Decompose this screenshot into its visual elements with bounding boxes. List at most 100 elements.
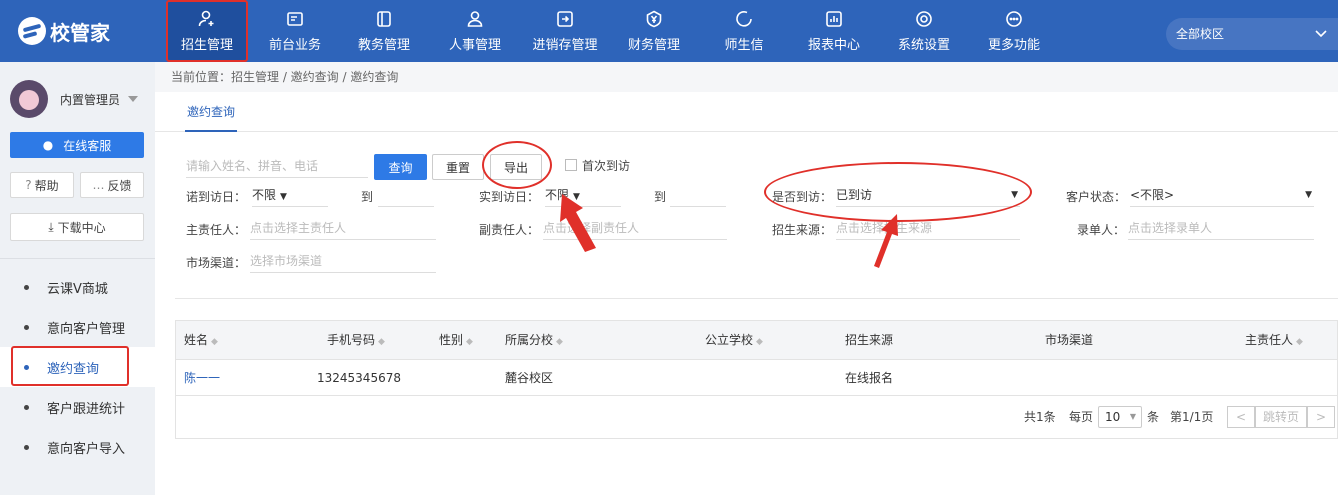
next-page-button[interactable]: > [1307, 406, 1335, 428]
owner-picker[interactable]: 点击选择主责任人 [250, 218, 436, 240]
deputy-picker[interactable]: 点击选择副责任人 [543, 218, 727, 240]
nav-more[interactable]: 更多功能 [978, 0, 1050, 62]
download-icon: ⤓ [48, 219, 54, 234]
nav-inventory[interactable]: 进销存管理 [524, 0, 606, 62]
column-header-label: 姓名 [184, 333, 209, 347]
source-picker[interactable]: 点击选择招生来源 [836, 218, 1020, 240]
search-input[interactable]: 请输入姓名、拼音、电话 [186, 156, 368, 178]
nav-finance[interactable]: 财务管理 [618, 0, 690, 62]
online-service-label: 在线客服 [63, 138, 112, 153]
owner-label: 主责任人： [186, 223, 247, 237]
nav-messaging[interactable]: 师生信 [714, 0, 774, 62]
column-header-label: 手机号码 [327, 333, 376, 347]
caret-down-icon: ▼ [1129, 412, 1136, 421]
source-label: 招生来源： [772, 223, 833, 237]
more-icon [1005, 10, 1023, 28]
sidebar-item-prospect-import[interactable]: 意向客户导入 [0, 427, 155, 467]
feedback-label: 反馈 [107, 178, 132, 193]
download-center-button[interactable]: ⤓ 下载中心 [10, 213, 144, 241]
column-header[interactable]: 性别 ◆ [439, 321, 473, 362]
table-header: 姓名 ◆ 手机号码 ◆ 性别 ◆ 所属分校 ◆ 公立学校 ◆ 招生来源 市场渠道 主责任人… [176, 321, 1337, 360]
campus-select-value: 全部校区 [1176, 27, 1225, 41]
customer-status-select[interactable]: <不限> ▼ [1130, 185, 1314, 207]
sidebar-item-followup-stats[interactable]: 客户跟进统计 [0, 387, 155, 427]
column-header-label: 性别 [439, 333, 464, 347]
sort-icon: ◆ [211, 337, 218, 347]
prev-page-button[interactable]: < [1227, 406, 1255, 428]
campus-select[interactable]: 全部校区 [1166, 18, 1338, 50]
actual-date-to[interactable] [670, 185, 726, 207]
bullet-icon [24, 284, 29, 290]
nav-reports[interactable]: 报表中心 [798, 0, 870, 62]
column-header-label: 所属分校 [505, 333, 554, 347]
query-button[interactable]: 查询 [374, 154, 427, 180]
deputy-label: 副责任人： [479, 223, 540, 237]
brand-name: 校管家 [50, 20, 110, 45]
column-header[interactable]: 姓名 ◆ [184, 321, 218, 362]
nav-label: 更多功能 [987, 37, 1040, 53]
inventory-icon [556, 10, 574, 28]
student-name-link[interactable]: 陈一一 [184, 360, 220, 396]
divider [175, 298, 1338, 299]
column-header[interactable]: 主责任人 ◆ [1245, 321, 1303, 362]
breadcrumb: 当前位置：招生管理 / 邀约查询 / 邀约查询 [155, 62, 1338, 92]
jump-page-input[interactable]: 跳转页 [1255, 406, 1307, 428]
sort-icon: ◆ [378, 337, 385, 347]
phone-cell: 13245345678 [317, 371, 401, 385]
per-page-unit: 条 [1147, 410, 1160, 424]
feedback-button[interactable]: … 反馈 [80, 172, 144, 198]
user-profile[interactable]: 内置管理员 [10, 80, 139, 118]
sidebar-item-prospects[interactable]: 意向客户管理 [0, 307, 155, 347]
sidebar-item-vmall[interactable]: 云课V商城 [0, 267, 155, 307]
promise-date-to[interactable] [378, 185, 434, 207]
column-header[interactable]: 公立学校 ◆ [705, 321, 763, 362]
per-page-value: 10 [1105, 410, 1121, 424]
promise-date-label: 诺到访日： [186, 190, 247, 204]
customer-status-label: 客户状态： [1066, 190, 1127, 204]
nav-enrollment[interactable]: 招生管理 [166, 0, 248, 62]
download-label: 下载中心 [57, 220, 106, 235]
nav-academic[interactable]: 教务管理 [346, 0, 422, 62]
user-add-icon [198, 10, 216, 28]
person-icon [466, 10, 484, 28]
sidebar-item-label: 云课V商城 [47, 281, 108, 297]
nav-settings[interactable]: 系统设置 [888, 0, 960, 62]
actual-date-label: 实到访日： [479, 190, 540, 204]
feedback-icon: … [92, 178, 105, 192]
nav-label: 招生管理 [180, 37, 233, 53]
actual-date-from[interactable]: 不限 ▼ [545, 185, 621, 207]
sidebar-item-label: 意向客户管理 [47, 321, 126, 337]
reset-button[interactable]: 重置 [432, 154, 484, 180]
brand-logo[interactable]: 校管家 [18, 17, 110, 45]
column-header[interactable]: 招生来源 [845, 321, 893, 360]
online-service-button[interactable]: ● 在线客服 [10, 132, 144, 158]
channel-picker[interactable]: 选择市场渠道 [250, 251, 436, 273]
tab-invitation-query[interactable]: 邀约查询 [185, 92, 238, 132]
sort-icon: ◆ [556, 337, 563, 347]
table-row: 陈一一 13245345678 麓谷校区 在线报名 [176, 360, 1337, 396]
chat-icon [735, 10, 753, 28]
logo-mark-icon [18, 17, 46, 45]
bullet-icon [24, 324, 29, 330]
column-header[interactable]: 市场渠道 [1045, 321, 1093, 360]
promise-date-from-value: 不限 [252, 188, 277, 202]
total-count: 共1条 [1024, 410, 1056, 424]
nav-hr[interactable]: 人事管理 [436, 0, 514, 62]
bullet-icon [24, 444, 29, 450]
column-header[interactable]: 所属分校 ◆ [505, 321, 563, 362]
column-header[interactable]: 手机号码 ◆ [327, 321, 385, 362]
gear-icon [915, 10, 933, 28]
help-button[interactable]: ? 帮助 [10, 172, 74, 198]
promise-date-from[interactable]: 不限 ▼ [252, 185, 328, 207]
sort-icon: ◆ [1296, 337, 1303, 347]
sidebar-item-label: 客户跟进统计 [47, 401, 126, 417]
per-page-select[interactable]: 10 ▼ [1098, 406, 1142, 428]
page-indicator: 第1/1页 [1170, 410, 1214, 424]
help-icon: ? [25, 178, 32, 192]
nav-frontdesk[interactable]: 前台业务 [258, 0, 332, 62]
nav-label: 人事管理 [448, 37, 501, 53]
per-page-label: 每页 [1069, 410, 1094, 424]
recorder-picker[interactable]: 点击选择录单人 [1128, 218, 1314, 240]
caret-down-icon: ▼ [573, 192, 580, 202]
first-visit-checkbox[interactable] [565, 159, 577, 171]
